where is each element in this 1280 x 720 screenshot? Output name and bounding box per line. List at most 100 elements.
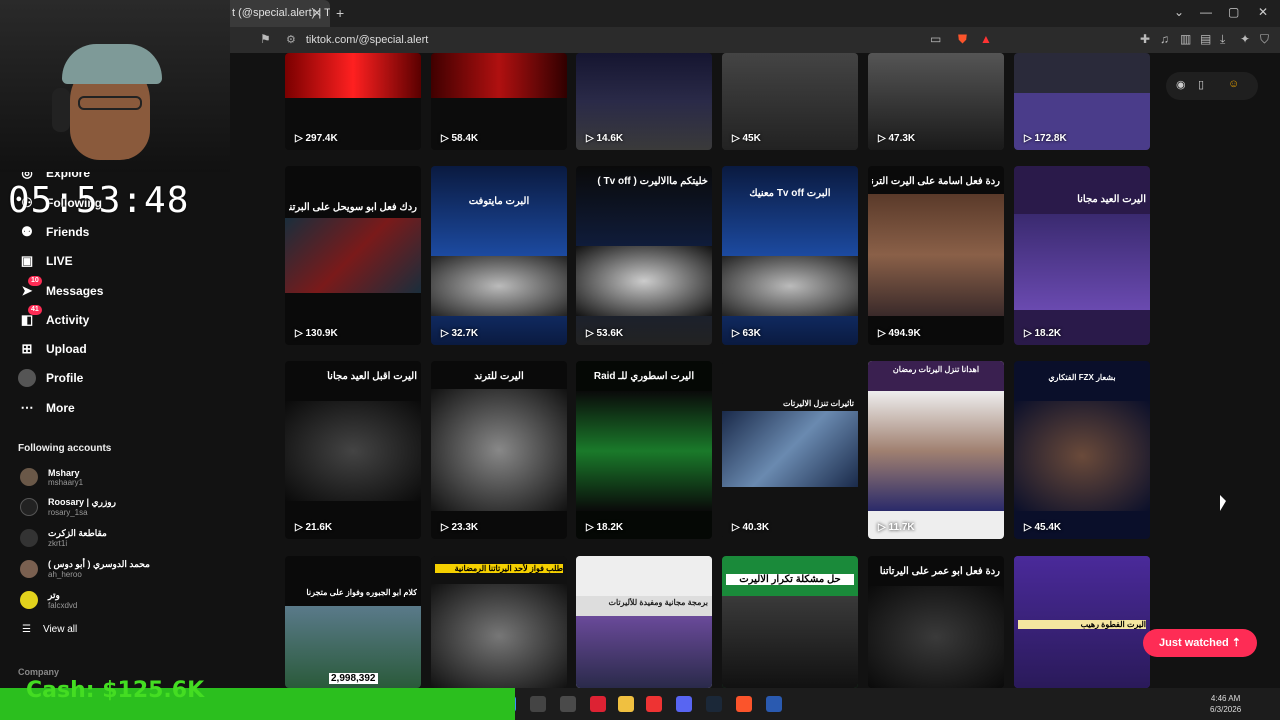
company-link[interactable]: Company	[18, 667, 59, 677]
chrome-icon[interactable]	[646, 696, 662, 712]
account-item[interactable]: مقاطعة الزكرت zkrt1i	[20, 525, 107, 551]
video-card[interactable]: اليرت اسطوري للـ Raid ▷ 18.2K	[576, 361, 712, 539]
video-caption: خليتكم ماالاليرت ( Tv off )	[597, 176, 708, 187]
video-caption: البرت Tv off معنيك	[749, 188, 831, 199]
sidebar-item-activity[interactable]: ◧ 41 Activity	[18, 305, 89, 331]
video-thumbnail	[431, 389, 567, 511]
app-icon[interactable]	[590, 696, 606, 712]
view-count: 2,998,392	[329, 673, 378, 684]
steam-icon[interactable]	[706, 696, 722, 712]
extensions-icon[interactable]: ✚	[1140, 32, 1150, 46]
clock-time: 4:46 AM	[1210, 694, 1241, 703]
video-thumbnail	[722, 596, 858, 688]
new-tab-icon[interactable]: +	[336, 5, 344, 21]
view-count-value: 297.4K	[305, 133, 338, 144]
avatar-icon[interactable]: ☺	[1228, 78, 1239, 90]
brave-shield-icon[interactable]: ⛊	[958, 32, 967, 47]
download-icon[interactable]: ⤓	[1220, 32, 1225, 47]
video-card[interactable]: اهدانا تنزل اليرتات رمضان ▷ 11.7K	[868, 361, 1004, 539]
video-thumbnail	[576, 246, 712, 316]
video-thumbnail	[868, 586, 1004, 688]
window-close-icon[interactable]: ✕	[1258, 5, 1268, 19]
vpn-icon[interactable]: ⛉	[1260, 32, 1269, 47]
video-caption: البرت مايتوفت	[468, 196, 530, 207]
discord-icon[interactable]	[676, 696, 692, 712]
compass-icon[interactable]: ◉	[1176, 78, 1186, 91]
nav-label: More	[46, 401, 75, 415]
device-icon[interactable]: ▯	[1198, 78, 1204, 91]
leo-icon[interactable]: ✦	[1240, 32, 1250, 46]
video-thumbnail	[868, 391, 1004, 511]
brave-icon[interactable]	[736, 696, 752, 712]
view-count: ▷ 14.6K	[586, 133, 624, 144]
video-card[interactable]: ردك فعل ابو سويحل على البرتنا ▷ 130.9K	[285, 166, 421, 345]
video-card[interactable]: اليرت العيد مجانا ▷ 18.2K	[1014, 166, 1150, 345]
video-card[interactable]: البرت Tv off معنيك ▷ 63K	[722, 166, 858, 345]
address-bar: ⚑ ⚙ tiktok.com/@special.alert ▭ ⛊ ▲ ✚ ♫ ▥…	[230, 27, 1280, 53]
clock[interactable]: 4:46 AM 6/3/2026	[1210, 693, 1241, 715]
url-text: tiktok.com/@special.alert	[305, 34, 429, 46]
video-card[interactable]: ▷ 14.6K	[576, 53, 712, 150]
video-card[interactable]: البرت مايتوفت ▷ 32.7K	[431, 166, 567, 345]
url-field[interactable]: ⚙ tiktok.com/@special.alert	[278, 30, 978, 50]
sidebar-item-messages[interactable]: ➤ 10 Messages	[18, 276, 103, 302]
clock-date: 6/3/2026	[1210, 705, 1242, 714]
maximize-icon[interactable]: ▢	[1228, 5, 1239, 19]
site-info-icon[interactable]: ⚙	[286, 34, 296, 46]
video-card[interactable]: برمجة مجانية ومفيدة للأليرتات	[576, 556, 712, 688]
video-card[interactable]: ردة فعل ابو عمر على اليرتاتنا	[868, 556, 1004, 688]
video-card[interactable]: كلام ابو الجبوره وفواز على متجرنا 2,998,3…	[285, 556, 421, 688]
sidebar-item-more[interactable]: ⋯ More	[18, 397, 75, 419]
close-tab-icon[interactable]: ✕	[312, 6, 322, 20]
sidebar-item-profile[interactable]: Profile	[18, 367, 83, 389]
video-card[interactable]: اليرت للترند ▷ 23.3K	[431, 361, 567, 539]
view-count: ▷ 21.6K	[295, 522, 333, 533]
task-view-icon[interactable]	[560, 696, 576, 712]
chevron-down-icon[interactable]: ⌄	[1174, 5, 1184, 19]
view-count: ▷ 18.2K	[1024, 328, 1062, 339]
video-card[interactable]: ▷ 297.4K	[285, 53, 421, 150]
account-item[interactable]: Mshary mshaary1	[20, 464, 83, 490]
video-card[interactable]: خليتكم ماالاليرت ( Tv off ) ▷ 53.6K	[576, 166, 712, 345]
video-caption: تأثيرات تنزل الاليرتات	[782, 399, 854, 408]
view-count: ▷ 18.2K	[586, 522, 624, 533]
video-card[interactable]: حل مشكلة تكرار الاليرت	[722, 556, 858, 688]
avatar	[20, 591, 38, 609]
search-icon[interactable]	[530, 696, 546, 712]
video-caption: ردة فعل ابو عمر على اليرتاتنا	[879, 566, 1000, 577]
video-card[interactable]: اليرت اقبل العيد مجاناً ▷ 21.6K	[285, 361, 421, 539]
video-card[interactable]: ▷ 45K	[722, 53, 858, 150]
sidebar-item-upload[interactable]: ⊞ Upload	[18, 338, 87, 360]
bookmark-icon[interactable]: ⚑	[260, 32, 271, 46]
video-card[interactable]: طلب فواز لأحد اليرتاتنا الرمضانية	[431, 556, 567, 688]
account-item[interactable]: محمد الدوسري ( أبو دوس ) ah_heroo	[20, 556, 150, 582]
live-icon: ▣	[20, 253, 34, 268]
view-count-value: 63K	[742, 328, 761, 339]
sidebar-item-friends[interactable]: ⚉ Friends	[18, 221, 89, 243]
video-card[interactable]: ردة فعل اسامة على اليرت الترند ▷ 494.9K	[868, 166, 1004, 345]
video-caption: اليرت الفطوة رهيب	[1018, 620, 1146, 629]
account-item[interactable]: وتر falcxdvd	[20, 587, 77, 613]
folder-icon[interactable]	[618, 696, 634, 712]
brave-rewards-icon[interactable]: ▲	[980, 32, 992, 46]
video-card[interactable]: ▷ 172.8K	[1014, 53, 1150, 150]
wallet-icon[interactable]: ▤	[1200, 32, 1211, 46]
minimize-icon[interactable]: —	[1200, 5, 1212, 19]
video-card[interactable]: ▷ 58.4K	[431, 53, 567, 150]
account-item[interactable]: Roosary | روزري rosary_1sa	[20, 494, 116, 520]
just-watched-button[interactable]: Just watched ⇡	[1143, 629, 1257, 657]
media-icon[interactable]: ♫	[1160, 32, 1169, 46]
sidebar-item-live[interactable]: ▣ LIVE	[18, 250, 73, 272]
account-name: Roosary | روزري	[48, 497, 116, 507]
sidebar-icon[interactable]: ▥	[1180, 32, 1191, 46]
app-icon[interactable]	[766, 696, 782, 712]
avatar	[20, 468, 38, 486]
video-card[interactable]: تأثيرات تنزل الاليرتات ▷ 40.3K	[722, 361, 858, 539]
video-card[interactable]: ▷ 47.3K	[868, 53, 1004, 150]
video-thumbnail	[576, 556, 712, 596]
cast-icon[interactable]: ▭	[930, 32, 941, 46]
video-card[interactable]: بشعار FZX الفتكاري ▷ 45.4K	[1014, 361, 1150, 539]
video-card[interactable]: اليرت الفطوة رهيب	[1014, 556, 1150, 688]
view-all-link[interactable]: ☰ View all	[22, 624, 77, 635]
account-handle: falcxdvd	[48, 601, 78, 610]
